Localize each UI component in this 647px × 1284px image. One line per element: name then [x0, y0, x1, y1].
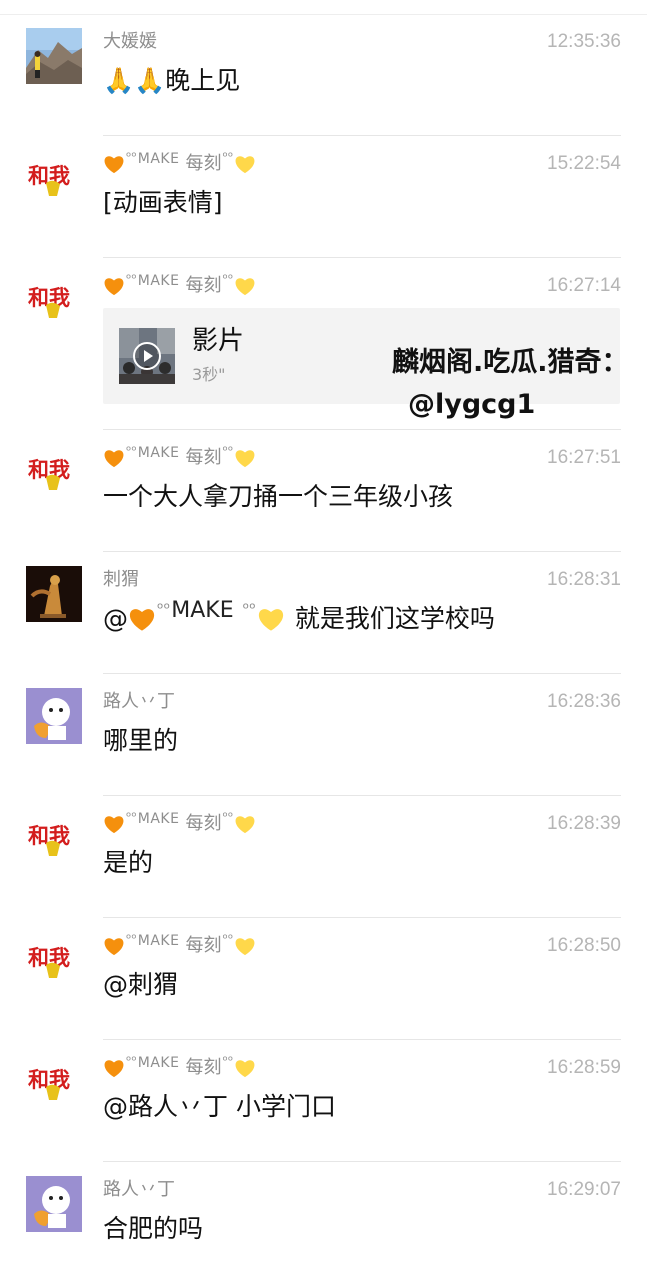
message-row[interactable]: 路人丷丁 16:28:36 哪里的: [0, 674, 647, 796]
orange-heart-icon: [104, 450, 124, 468]
sender-name: 路人丷丁: [103, 1179, 175, 1200]
tiny-mark: ᵒᵒ: [222, 444, 234, 459]
message-text: @路人丷丁 小学门口: [103, 1092, 336, 1121]
avatar[interactable]: [26, 1176, 82, 1232]
sender-name-label: MAKE: [137, 151, 180, 167]
play-icon[interactable]: [133, 342, 161, 370]
sender-name: 刺猬: [103, 569, 139, 590]
tiny-mark: ᵒᵒ: [222, 1054, 234, 1069]
avatar[interactable]: 和我: [26, 150, 82, 206]
tiny-mark: ᵒᵒ: [222, 932, 234, 947]
sender-name: 大媛媛: [103, 31, 157, 52]
avatar[interactable]: [26, 566, 82, 622]
sender-name: ᵒᵒ MAKE 每刻 ᵒᵒ: [103, 810, 256, 836]
orange-heart-icon: [104, 278, 124, 296]
tiny-mark: ᵒᵒ: [126, 444, 137, 459]
avatar[interactable]: 和我: [26, 272, 82, 328]
message-row[interactable]: 和我 ᵒᵒ MAKE 每刻 ᵒᵒ 16:28:39 是的: [0, 796, 647, 918]
message-text: @刺猬: [103, 970, 179, 999]
tiny-mark: ᵒᵒ: [126, 810, 137, 825]
message-time: 16:29:07: [547, 1179, 621, 1200]
yellow-heart-icon: [235, 1060, 255, 1078]
message-row[interactable]: 和我 ᵒᵒ MAKE 每刻 ᵒᵒ 16:28:59 @路人丷丁 小学门口: [0, 1040, 647, 1162]
sender-name: ᵒᵒ MAKE 每刻 ᵒᵒ: [103, 444, 256, 470]
tiny-mark: ᵒᵒ: [222, 810, 234, 825]
tiny-mark: ᵒᵒ: [126, 1054, 137, 1069]
message-text: 🙏🙏晚上见: [103, 66, 241, 95]
sender-name-label: MAKE: [137, 933, 180, 949]
message-body: 就是我们这学校吗: [294, 604, 495, 633]
sender-name-label: MAKE: [137, 811, 180, 827]
message-time: 16:27:14: [547, 275, 621, 296]
avatar[interactable]: [26, 688, 82, 744]
tiny-mark: ᵒᵒ: [242, 599, 256, 618]
sender-name: 路人丷丁: [103, 691, 175, 712]
watermark-text: 麟烟阁.吃瓜.猎奇：: [392, 347, 629, 378]
video-title: 影片: [192, 326, 245, 356]
message-text: 是的: [103, 848, 154, 877]
message-time: 16:28:31: [547, 569, 621, 590]
avatar[interactable]: 和我: [26, 932, 82, 988]
message-row[interactable]: 路人丷丁 16:29:07 合肥的吗: [0, 1162, 647, 1284]
message-time: 16:28:59: [547, 1057, 621, 1078]
message-row[interactable]: 和我 ᵒᵒ MAKE 每刻 ᵒᵒ 16:28:50 @刺猬: [0, 918, 647, 1040]
tiny-mark: ᵒᵒ: [126, 150, 137, 165]
sender-name: ᵒᵒ MAKE 每刻 ᵒᵒ: [103, 932, 256, 958]
sender-name-label: MAKE: [137, 273, 180, 289]
message-row[interactable]: 大媛媛 12:35:36 🙏🙏晚上见: [0, 14, 647, 136]
sender-name-suffix: 每刻: [185, 447, 222, 468]
tiny-mark: ᵒᵒ: [222, 150, 234, 165]
sender-name-suffix: 每刻: [185, 813, 222, 834]
tiny-mark: ᵒᵒ: [157, 599, 171, 618]
avatar[interactable]: 和我: [26, 444, 82, 500]
message-row[interactable]: 和我 ᵒᵒ MAKE 每刻 ᵒᵒ 16:27:51 一个大人拿刀捅一个三年级小孩: [0, 430, 647, 552]
orange-heart-icon: [104, 156, 124, 174]
avatar[interactable]: 和我: [26, 810, 82, 866]
orange-heart-icon: [104, 816, 124, 834]
sender-name: ᵒᵒ MAKE 每刻 ᵒᵒ: [103, 150, 256, 176]
sender-name-suffix: 每刻: [185, 275, 222, 296]
yellow-heart-icon: [235, 938, 255, 956]
mention-prefix: @: [103, 604, 128, 633]
watermark-handle: @lygcg1: [408, 389, 536, 420]
sender-name-label: MAKE: [137, 445, 180, 461]
message-text: 哪里的: [103, 726, 179, 755]
message-text: 合肥的吗: [103, 1214, 204, 1243]
orange-heart-icon: [129, 609, 155, 631]
yellow-heart-icon: [235, 278, 255, 296]
sender-name: ᵒᵒ MAKE 每刻 ᵒᵒ: [103, 1054, 256, 1080]
sender-name-suffix: 每刻: [185, 153, 222, 174]
message-text: @ ᵒᵒ MAKE ᵒᵒ 就是我们这学校吗: [103, 598, 495, 636]
sender-name-suffix: 每刻: [185, 935, 222, 956]
orange-heart-icon: [104, 938, 124, 956]
avatar[interactable]: 和我: [26, 1054, 82, 1110]
message-time: 16:27:51: [547, 447, 621, 468]
message-time: 15:22:54: [547, 153, 621, 174]
sender-name: ᵒᵒ MAKE 每刻 ᵒᵒ: [103, 272, 256, 298]
tiny-mark: ᵒᵒ: [126, 272, 137, 287]
video-thumbnail[interactable]: [119, 328, 175, 384]
yellow-heart-icon: [235, 450, 255, 468]
message-time: 16:28:50: [547, 935, 621, 956]
sender-name-suffix: 每刻: [185, 1057, 222, 1078]
message-time: 12:35:36: [547, 31, 621, 52]
video-duration: 3秒": [192, 365, 226, 384]
tiny-mark: ᵒᵒ: [222, 272, 234, 287]
message-text: 一个大人拿刀捅一个三年级小孩: [103, 482, 454, 511]
message-row[interactable]: 刺猬 16:28:31 @ ᵒᵒ MAKE ᵒᵒ 就是我们这学校吗: [0, 552, 647, 674]
message-text: [动画表情]: [103, 188, 223, 217]
tiny-mark: ᵒᵒ: [126, 932, 137, 947]
yellow-heart-icon: [235, 816, 255, 834]
yellow-heart-icon: [258, 609, 283, 631]
sender-name-label: MAKE: [137, 1055, 180, 1071]
message-time: 16:28:39: [547, 813, 621, 834]
yellow-heart-icon: [235, 156, 255, 174]
orange-heart-icon: [104, 1060, 124, 1078]
mention-name: MAKE: [171, 598, 234, 623]
avatar[interactable]: [26, 28, 82, 84]
message-row[interactable]: 和我 ᵒᵒ MAKE 每刻 ᵒᵒ 15:22:54 [动画表情]: [0, 136, 647, 258]
message-time: 16:28:36: [547, 691, 621, 712]
